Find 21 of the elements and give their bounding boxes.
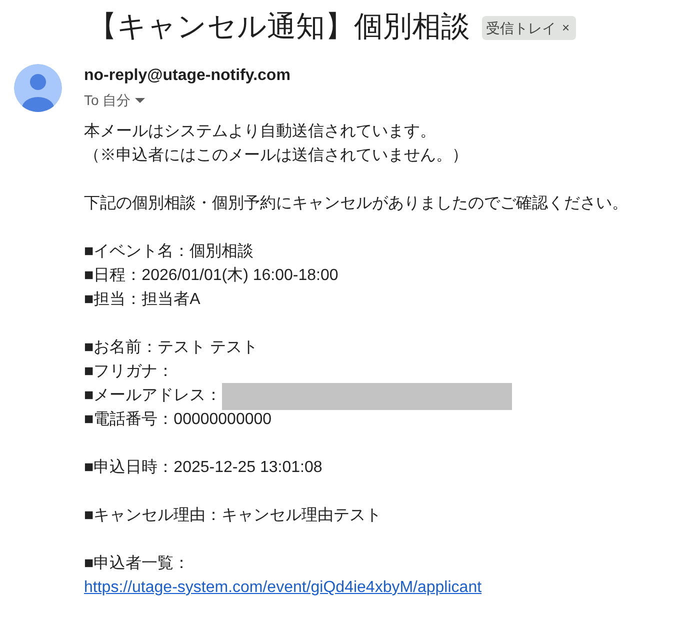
body-text: ■電話番号：00000000000 bbox=[84, 410, 272, 430]
email-subject: 【キャンセル通知】個別相談 bbox=[88, 10, 470, 46]
body-text: ■キャンセル理由：キャンセル理由テスト bbox=[84, 506, 382, 526]
recipient-text: To 自分 bbox=[84, 90, 131, 110]
body-text: ■申込者一覧： bbox=[84, 554, 190, 574]
sender-address: no-reply@utage-notify.com bbox=[84, 66, 290, 86]
body-text: ■イベント名：個別相談 bbox=[84, 242, 254, 262]
body-text: ■お名前：テスト テスト bbox=[84, 338, 258, 358]
body-text: ■申込日時：2025-12-25 13:01:08 bbox=[84, 458, 322, 478]
body-text: ■メールアドレス： bbox=[84, 386, 222, 406]
body-text: ■フリガナ： bbox=[84, 362, 174, 382]
body-text: 下記の個別相談・個別予約にキャンセルがありましたのでご確認ください。 bbox=[84, 194, 628, 214]
avatar-icon bbox=[14, 64, 62, 112]
dropdown-caret-icon[interactable] bbox=[134, 98, 145, 102]
label-text: 受信トレイ bbox=[486, 18, 556, 38]
applicant-link[interactable]: https://utage-system.com/event/giQd4ie4xbyM/applicant bbox=[84, 576, 482, 600]
body-text: ■日程：2026/01/01(木) 16:00-18:00 bbox=[84, 266, 338, 286]
remove-label-button[interactable]: × bbox=[560, 18, 572, 38]
body-text: 本メールはシステムより自動送信されています。 bbox=[84, 122, 436, 142]
body-text: （※申込者にはこのメールは送信されていません。） bbox=[84, 146, 468, 166]
body-text: ■担当：担当者A bbox=[84, 290, 200, 310]
